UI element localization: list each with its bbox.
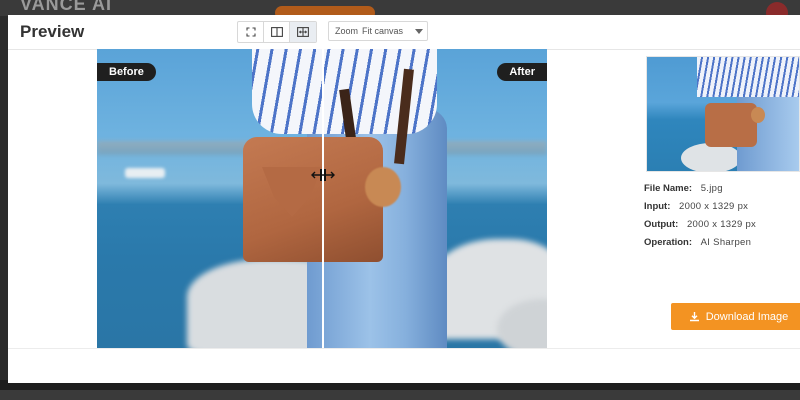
- photo-pompom: [751, 107, 765, 123]
- compare-divider-line[interactable]: [322, 49, 324, 348]
- zoom-value: Fit canvas: [362, 26, 404, 36]
- view-mode-toggle: [237, 21, 317, 43]
- modal-header: Preview Zoom Fit canvas: [8, 15, 800, 50]
- footer-divider: [8, 348, 800, 349]
- output-size-label: Output:: [644, 219, 679, 230]
- photo-rock: [681, 143, 741, 171]
- site-logo: VANCE AI: [20, 0, 113, 14]
- before-label: Before: [97, 63, 156, 81]
- input-size-row: Input: 2000 x 1329 px: [644, 198, 756, 216]
- photo-handbag: [705, 103, 757, 147]
- download-image-button[interactable]: Download Image: [671, 303, 800, 330]
- output-size-value: 2000 x 1329 px: [686, 219, 757, 230]
- file-name-row: File Name: 5.jpg: [644, 180, 756, 198]
- avatar: [766, 2, 788, 16]
- zoom-select[interactable]: Zoom Fit canvas: [328, 21, 428, 41]
- result-thumbnail: [646, 56, 800, 172]
- file-name-value: 5.jpg: [700, 183, 723, 194]
- download-button-label: Download Image: [705, 310, 789, 323]
- photo-shirt: [697, 57, 799, 97]
- background-strip: [0, 390, 800, 400]
- file-name-label: File Name:: [644, 183, 693, 194]
- image-compare-preview: Before After: [97, 49, 547, 348]
- fullscreen-view-button[interactable]: [238, 22, 264, 42]
- input-size-value: 2000 x 1329 px: [679, 201, 749, 212]
- photo-handbag: [243, 137, 383, 262]
- output-size-row: Output: 2000 x 1329 px: [644, 216, 756, 234]
- slider-compare-view-button[interactable]: [290, 22, 316, 42]
- expand-icon: [245, 27, 256, 37]
- chevron-down-icon: [415, 29, 423, 34]
- drag-arrows-icon: [311, 169, 335, 181]
- compare-slider-handle[interactable]: [311, 167, 335, 183]
- operation-row: Operation: AI Sharpen: [644, 234, 756, 252]
- photo-boat: [125, 168, 165, 178]
- operation-label: Operation:: [644, 237, 693, 248]
- split-view-icon: [270, 27, 283, 37]
- zoom-label: Zoom: [335, 26, 359, 36]
- operation-value: AI Sharpen: [700, 237, 752, 248]
- background-footer: [0, 380, 800, 400]
- preview-modal: Preview Zoom Fit canvas Before After Fil…: [8, 15, 800, 383]
- modal-title: Preview: [20, 22, 85, 41]
- background-site-header: VANCE AI: [0, 0, 800, 16]
- after-label: After: [497, 63, 547, 81]
- side-by-side-view-button[interactable]: [264, 22, 290, 42]
- compare-slider-icon: [297, 27, 309, 37]
- input-size-label: Input:: [644, 201, 671, 212]
- photo-pompom: [365, 167, 401, 207]
- file-details: File Name: 5.jpg Input: 2000 x 1329 px O…: [644, 180, 756, 252]
- download-icon: [689, 312, 699, 322]
